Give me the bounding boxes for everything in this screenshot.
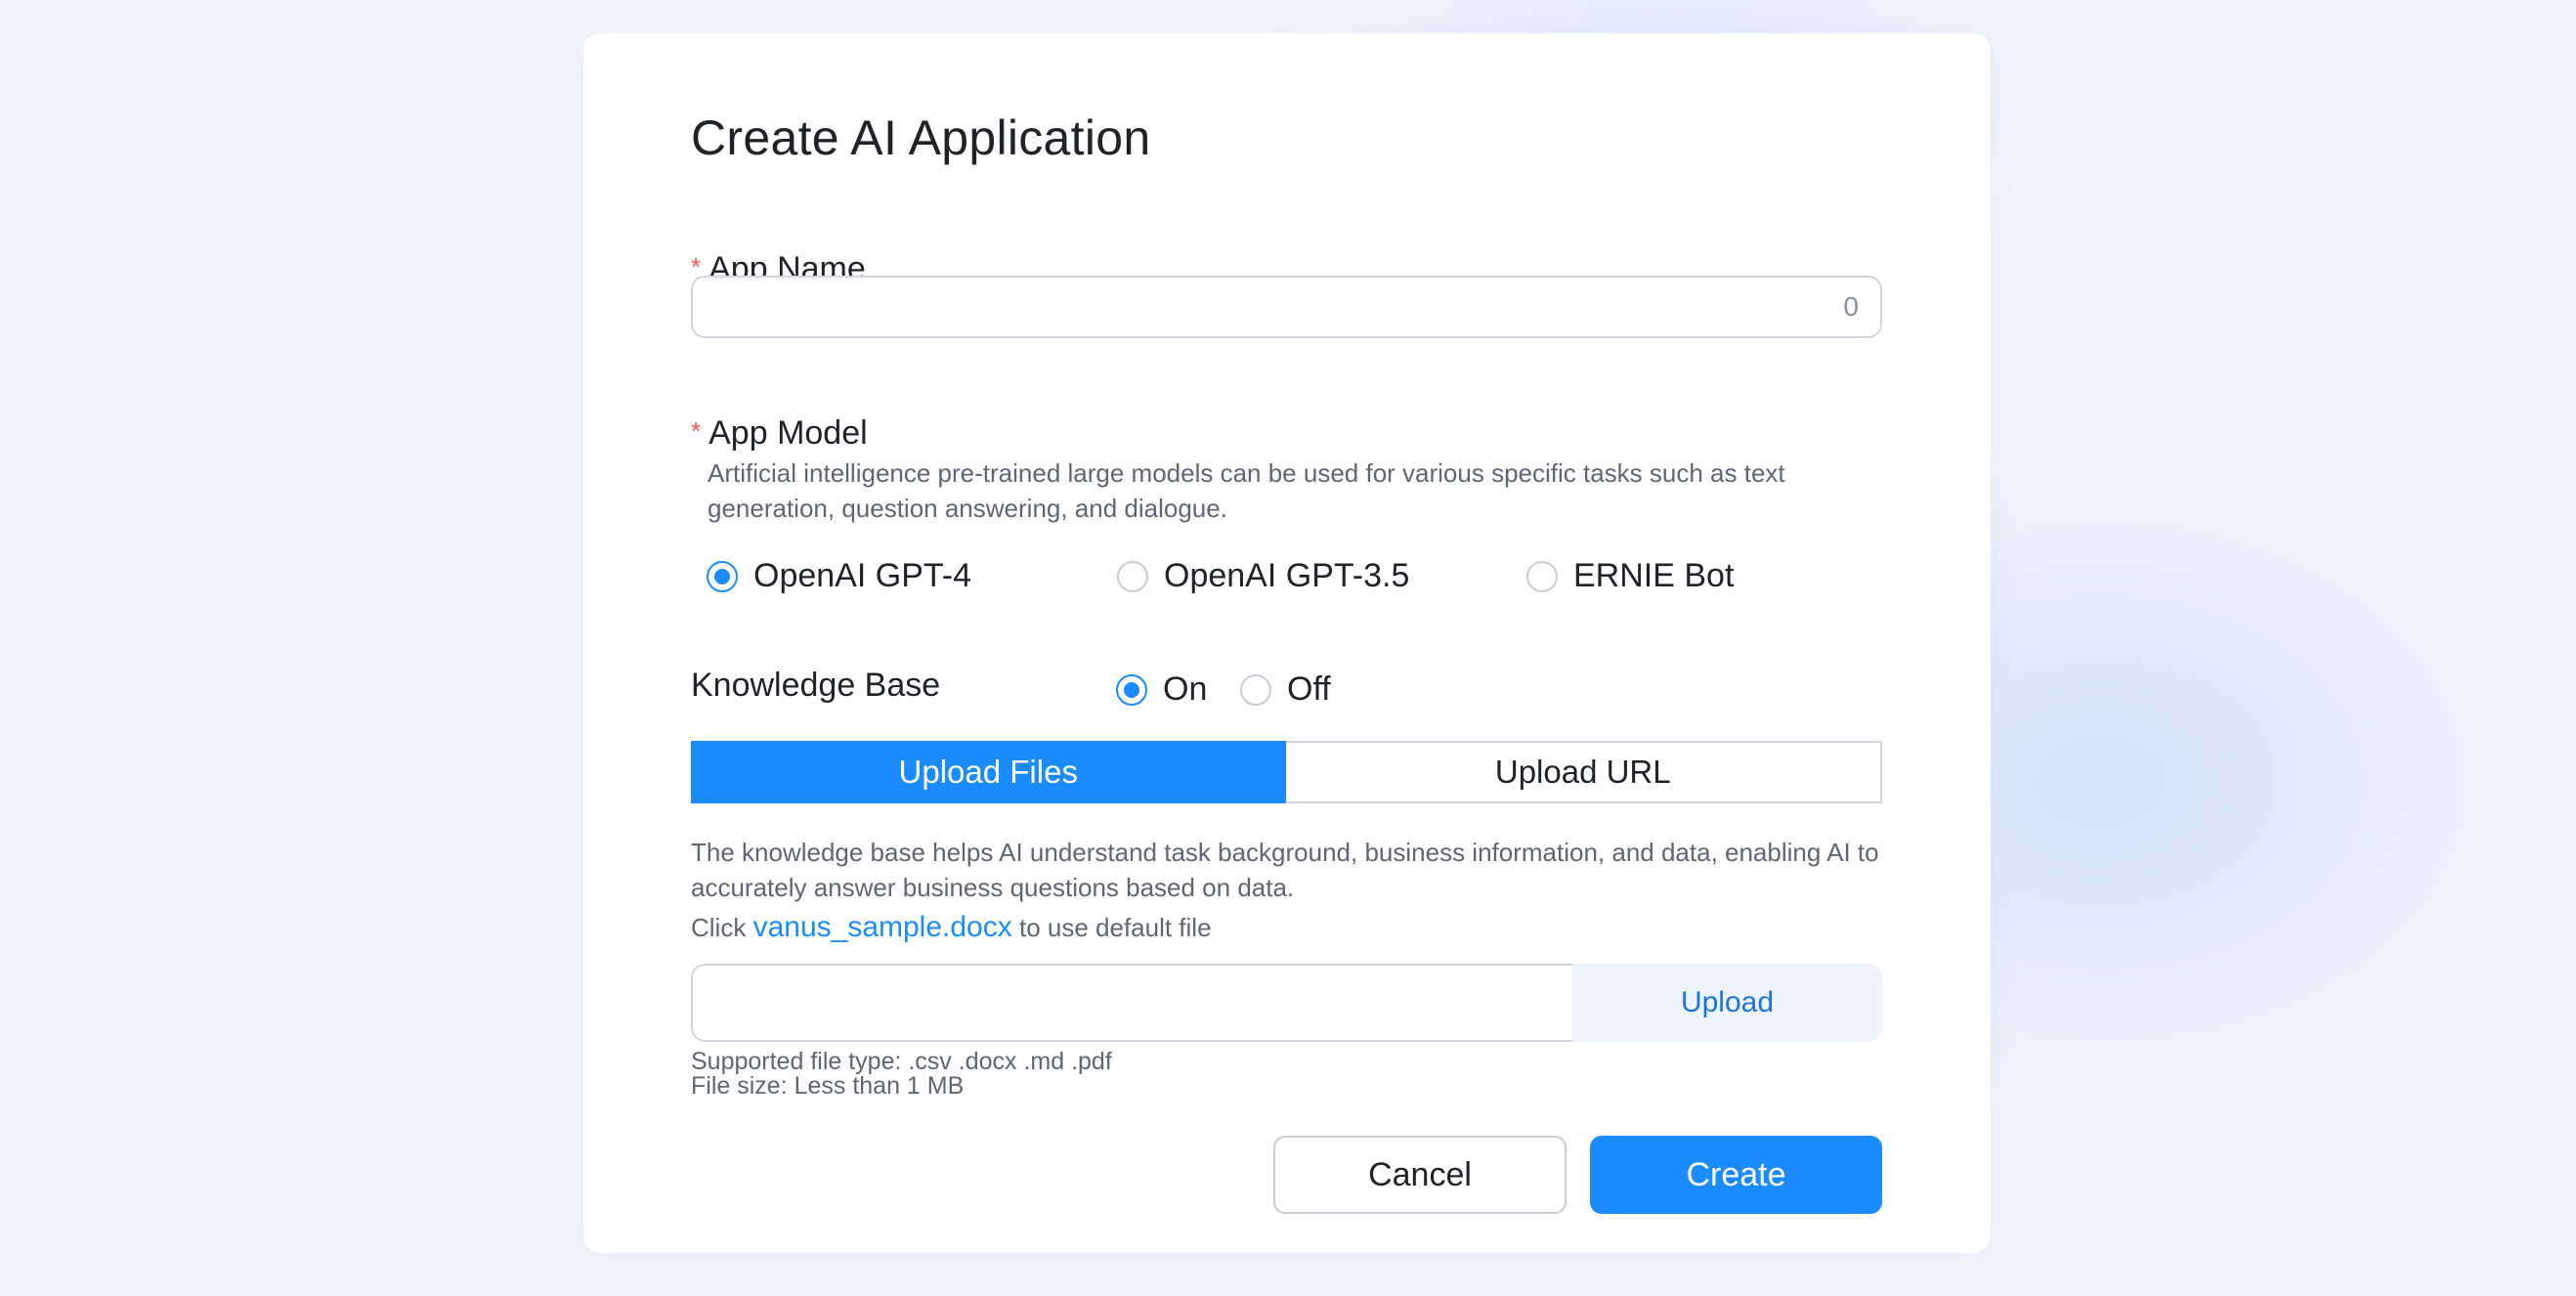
radio-unchecked-icon[interactable] [1526, 560, 1558, 592]
model-option-label: ERNIE Bot [1573, 557, 1735, 594]
create-app-dialog: Create AI Application * App Name 0 * App M… [583, 33, 1991, 1253]
radio-unchecked-icon[interactable] [1240, 673, 1271, 706]
file-size-limit: File size: Less than 1 MB [691, 1072, 965, 1100]
create-button[interactable]: Create [1590, 1136, 1882, 1214]
dialog-title: Create AI Application [691, 110, 1151, 165]
knowledge-base-off[interactable]: Off [1240, 670, 1331, 709]
knowledge-base-option-label: Off [1287, 670, 1331, 708]
file-upload-field[interactable] [691, 964, 1572, 1042]
app-model-label: * App Model [691, 414, 868, 453]
radio-unchecked-icon[interactable] [1117, 560, 1148, 592]
supported-file-types: Supported file type: .csv .docx .md .pdf [691, 1048, 1112, 1075]
model-option-label: OpenAI GPT-4 [753, 557, 971, 594]
upload-tabs: Upload Files Upload URL [691, 741, 1882, 803]
knowledge-base-description: The knowledge base helps AI understand t… [691, 838, 1879, 902]
required-mark: * [691, 416, 702, 446]
model-option-ernie[interactable]: ERNIE Bot [1526, 557, 1734, 595]
default-file-link[interactable]: vanus_sample.docx [753, 911, 1012, 943]
model-option-gpt35[interactable]: OpenAI GPT-3.5 [1117, 557, 1409, 595]
default-file-suffix: to use default file [1018, 913, 1212, 942]
app-model-label-text: App Model [708, 414, 868, 452]
tab-upload-url[interactable]: Upload URL [1285, 741, 1882, 803]
radio-checked-icon[interactable] [707, 560, 738, 592]
radio-checked-icon[interactable] [1116, 673, 1147, 706]
model-option-gpt4[interactable]: OpenAI GPT-4 [707, 557, 971, 595]
app-name-char-counter: 0 [1843, 291, 1859, 322]
app-name-input[interactable]: 0 [691, 276, 1882, 338]
tab-upload-files[interactable]: Upload Files [691, 741, 1286, 803]
file-upload-row: Upload [691, 964, 1882, 1042]
app-model-description: Artificial intelligence pre-trained larg… [708, 458, 1785, 523]
model-option-label: OpenAI GPT-3.5 [1164, 557, 1410, 594]
default-file-prefix: Click [691, 913, 747, 942]
knowledge-base-option-label: On [1163, 670, 1208, 708]
upload-button[interactable]: Upload [1572, 964, 1882, 1042]
knowledge-base-label: Knowledge Base [691, 667, 941, 704]
default-file-hint: Click vanus_sample.docx to use default f… [691, 911, 1212, 944]
cancel-button[interactable]: Cancel [1273, 1136, 1567, 1214]
knowledge-base-on[interactable]: On [1116, 670, 1207, 709]
